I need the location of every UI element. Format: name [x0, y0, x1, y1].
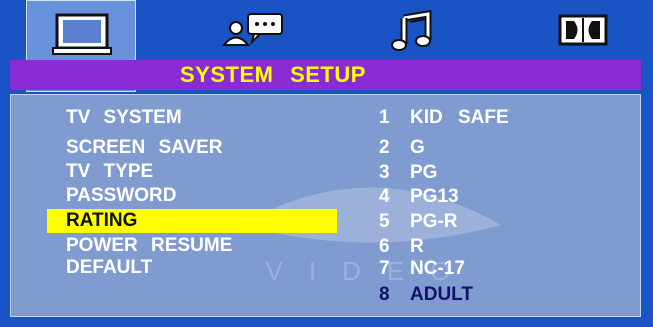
option-label: PG13: [410, 186, 459, 207]
dolby-digital-icon: [558, 14, 608, 46]
menu-item-default[interactable]: DEFAULT: [66, 257, 152, 279]
option-number: 2: [379, 137, 390, 158]
option-label: NC-17: [410, 258, 465, 279]
option-number: 7: [379, 258, 390, 279]
option-number: 8: [379, 284, 390, 305]
setup-window: SYSTEM SETUP VIDEO TV SYSTEM SCREEN SAVE…: [0, 0, 653, 327]
option-number: 6: [379, 236, 390, 257]
option-label: KID SAFE: [410, 107, 509, 128]
menu-item-screen-saver[interactable]: SCREEN SAVER: [66, 137, 223, 159]
option-number: 3: [379, 162, 390, 183]
option-label: G: [410, 137, 425, 158]
menu-item-password[interactable]: PASSWORD: [66, 185, 176, 207]
option-number: 5: [379, 211, 390, 232]
option-label: ADULT: [410, 284, 473, 305]
menu-item-rating[interactable]: RATING: [66, 210, 137, 232]
tab-language-setup[interactable]: [200, 0, 310, 60]
menu-item-power-resume[interactable]: POWER RESUME: [66, 235, 232, 257]
tab-audio-setup[interactable]: [360, 0, 470, 60]
title-bar: SYSTEM SETUP: [10, 60, 641, 90]
tab-bar: [0, 0, 653, 92]
option-label: PG-R: [410, 211, 458, 232]
option-number: 1: [379, 107, 390, 128]
speaker-chat-icon: [221, 13, 283, 46]
tab-dolby-setup[interactable]: [530, 0, 640, 60]
page-title: SYSTEM SETUP: [180, 62, 366, 87]
menu-item-tv-type[interactable]: TV TYPE: [66, 161, 153, 183]
option-label: R: [410, 236, 424, 257]
menu-item-tv-system[interactable]: TV SYSTEM: [66, 107, 182, 129]
option-number: 4: [379, 186, 390, 207]
monitor-icon: [52, 13, 112, 55]
option-label: PG: [410, 162, 438, 183]
music-note-icon: [391, 9, 432, 51]
